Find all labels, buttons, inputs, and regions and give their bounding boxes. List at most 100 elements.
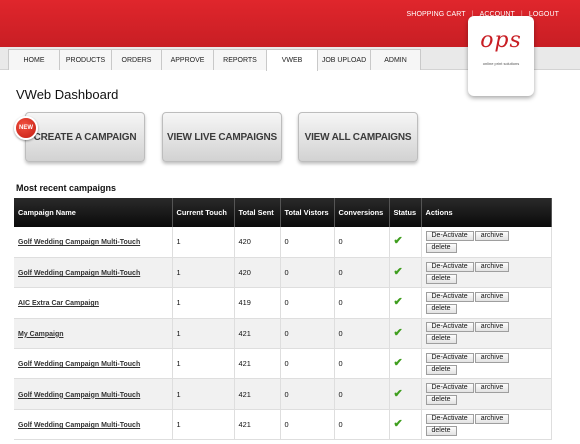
campaign-name-cell: Golf Wedding Campaign Multi-Touch	[14, 378, 173, 410]
deactivate-button[interactable]: De-Activate	[425, 230, 474, 241]
table-row: Golf Wedding Campaign Multi-Touch 1 420 0 0 ✔…	[14, 227, 552, 258]
actions-cell: De-Activate archive delete	[421, 257, 552, 289]
archive-button[interactable]: archive	[474, 352, 510, 363]
status-cell: ✔	[389, 348, 422, 380]
status-cell: ✔	[389, 378, 422, 410]
deactivate-button[interactable]: De-Activate	[425, 261, 474, 272]
create-campaign-button[interactable]: CREATE A CAMPAIGN	[25, 112, 145, 162]
archive-button[interactable]: archive	[474, 413, 510, 424]
table-row: Golf Wedding Campaign Multi-Touch 1 421 0 0 ✔…	[14, 409, 552, 441]
actions-cell: De-Activate archive delete	[421, 318, 552, 350]
campaign-name-link[interactable]: Golf Wedding Campaign Multi-Touch	[18, 239, 140, 246]
current-touch-cell: 1	[172, 257, 235, 289]
logout-link[interactable]: LOGOUT	[529, 11, 559, 18]
tab-products[interactable]: PRODUCTS	[59, 49, 112, 70]
status-cell: ✔	[389, 227, 422, 258]
conversions-cell: 0	[334, 227, 390, 258]
current-touch-cell: 1	[172, 318, 235, 350]
conversions-cell: 0	[334, 257, 390, 289]
actions-cell: De-Activate archive delete	[421, 409, 552, 441]
campaign-name-cell: Golf Wedding Campaign Multi-Touch	[14, 257, 173, 289]
conversions-cell: 0	[334, 318, 390, 350]
table-row: Golf Wedding Campaign Multi-Touch 1 420 0 0 ✔…	[14, 257, 552, 289]
total-sent-cell: 421	[234, 378, 281, 410]
conversions-cell: 0	[334, 409, 390, 441]
archive-button[interactable]: archive	[474, 261, 510, 272]
current-touch-cell: 1	[172, 378, 235, 410]
archive-button[interactable]: archive	[474, 230, 510, 241]
table-row: My Campaign 1 421 0 0 ✔ De-Activate archive dele…	[14, 318, 552, 350]
total-sent-cell: 419	[234, 287, 281, 319]
campaign-name-link[interactable]: Golf Wedding Campaign Multi-Touch	[18, 270, 140, 277]
current-touch-cell: 1	[172, 227, 235, 258]
conversions-cell: 0	[334, 378, 390, 410]
campaign-name-link[interactable]: Golf Wedding Campaign Multi-Touch	[18, 392, 140, 399]
archive-button[interactable]: archive	[474, 383, 510, 394]
view-live-campaigns-button[interactable]: VIEW LIVE CAMPAIGNS	[162, 112, 282, 162]
deactivate-button[interactable]: De-Activate	[425, 322, 474, 333]
new-badge: NEW	[14, 116, 38, 140]
tab-approve[interactable]: APPROVE	[161, 49, 214, 70]
delete-button[interactable]: delete	[425, 303, 457, 314]
total-visitors-cell: 0	[280, 348, 335, 380]
delete-button[interactable]: delete	[425, 273, 457, 284]
column-header-campaign-name: Campaign Name	[14, 198, 173, 227]
delete-button[interactable]: delete	[425, 242, 457, 253]
deactivate-button[interactable]: De-Activate	[425, 352, 474, 363]
table-row: AIC Extra Car Campaign 1 419 0 0 ✔ De-Activate…	[14, 287, 552, 319]
total-visitors-cell: 0	[280, 287, 335, 319]
logo-mark: ops	[480, 28, 522, 53]
column-header-total-visitors: Total Vistors	[280, 198, 335, 227]
view-all-campaigns-button[interactable]: VIEW ALL CAMPAIGNS	[298, 112, 418, 162]
campaign-name-cell: Golf Wedding Campaign Multi-Touch	[14, 348, 173, 380]
deactivate-button[interactable]: De-Activate	[425, 291, 474, 302]
conversions-cell: 0	[334, 348, 390, 380]
delete-button[interactable]: delete	[425, 395, 457, 406]
shopping-cart-link[interactable]: SHOPPING CART	[407, 11, 466, 18]
tab-job-upload[interactable]: JOB UPLOAD	[317, 49, 371, 70]
archive-button[interactable]: archive	[474, 291, 510, 302]
tab-home[interactable]: HOME	[8, 49, 60, 70]
campaign-name-cell: Golf Wedding Campaign Multi-Touch	[14, 409, 173, 441]
check-icon: ✔	[393, 296, 403, 309]
status-cell: ✔	[389, 257, 422, 289]
check-icon: ✔	[393, 266, 403, 279]
deactivate-button[interactable]: De-Activate	[425, 383, 474, 394]
total-sent-cell: 420	[234, 257, 281, 289]
campaigns-table: Campaign Name Current Touch Total Sent T…	[14, 198, 552, 441]
tab-reports[interactable]: REPORTS	[213, 49, 267, 70]
tab-vweb[interactable]: VWEB	[266, 49, 318, 71]
column-header-status: Status	[389, 198, 422, 227]
campaign-name-cell: AIC Extra Car Campaign	[14, 287, 173, 319]
column-header-conversions: Conversions	[334, 198, 390, 227]
deactivate-button[interactable]: De-Activate	[425, 413, 474, 424]
tab-admin[interactable]: ADMIN	[370, 49, 421, 70]
tab-orders[interactable]: ORDERS	[111, 49, 162, 70]
campaign-name-link[interactable]: Golf Wedding Campaign Multi-Touch	[18, 361, 140, 368]
page-title: VWeb Dashboard	[16, 87, 119, 102]
delete-button[interactable]: delete	[425, 425, 457, 436]
table-row: Golf Wedding Campaign Multi-Touch 1 421 0 0 ✔…	[14, 378, 552, 410]
check-icon: ✔	[393, 387, 403, 400]
status-cell: ✔	[389, 318, 422, 350]
delete-button[interactable]: delete	[425, 334, 457, 345]
status-cell: ✔	[389, 287, 422, 319]
status-cell: ✔	[389, 409, 422, 441]
actions-cell: De-Activate archive delete	[421, 378, 552, 410]
archive-button[interactable]: archive	[474, 322, 510, 333]
current-touch-cell: 1	[172, 348, 235, 380]
campaign-name-link[interactable]: Golf Wedding Campaign Multi-Touch	[18, 422, 140, 429]
check-icon: ✔	[393, 357, 403, 370]
column-header-total-sent: Total Sent	[234, 198, 281, 227]
total-visitors-cell: 0	[280, 409, 335, 441]
campaign-name-link[interactable]: AIC Extra Car Campaign	[18, 300, 99, 307]
delete-button[interactable]: delete	[425, 364, 457, 375]
ops-logo[interactable]: ops online print solutions	[468, 16, 534, 96]
logo-tagline: online print solutions	[482, 61, 520, 66]
actions-cell: De-Activate archive delete	[421, 227, 552, 258]
campaign-name-link[interactable]: My Campaign	[18, 331, 64, 338]
table-row: Golf Wedding Campaign Multi-Touch 1 421 0 0 ✔…	[14, 348, 552, 380]
table-header-row: Campaign Name Current Touch Total Sent T…	[14, 198, 552, 227]
total-visitors-cell: 0	[280, 378, 335, 410]
check-icon: ✔	[393, 326, 403, 339]
